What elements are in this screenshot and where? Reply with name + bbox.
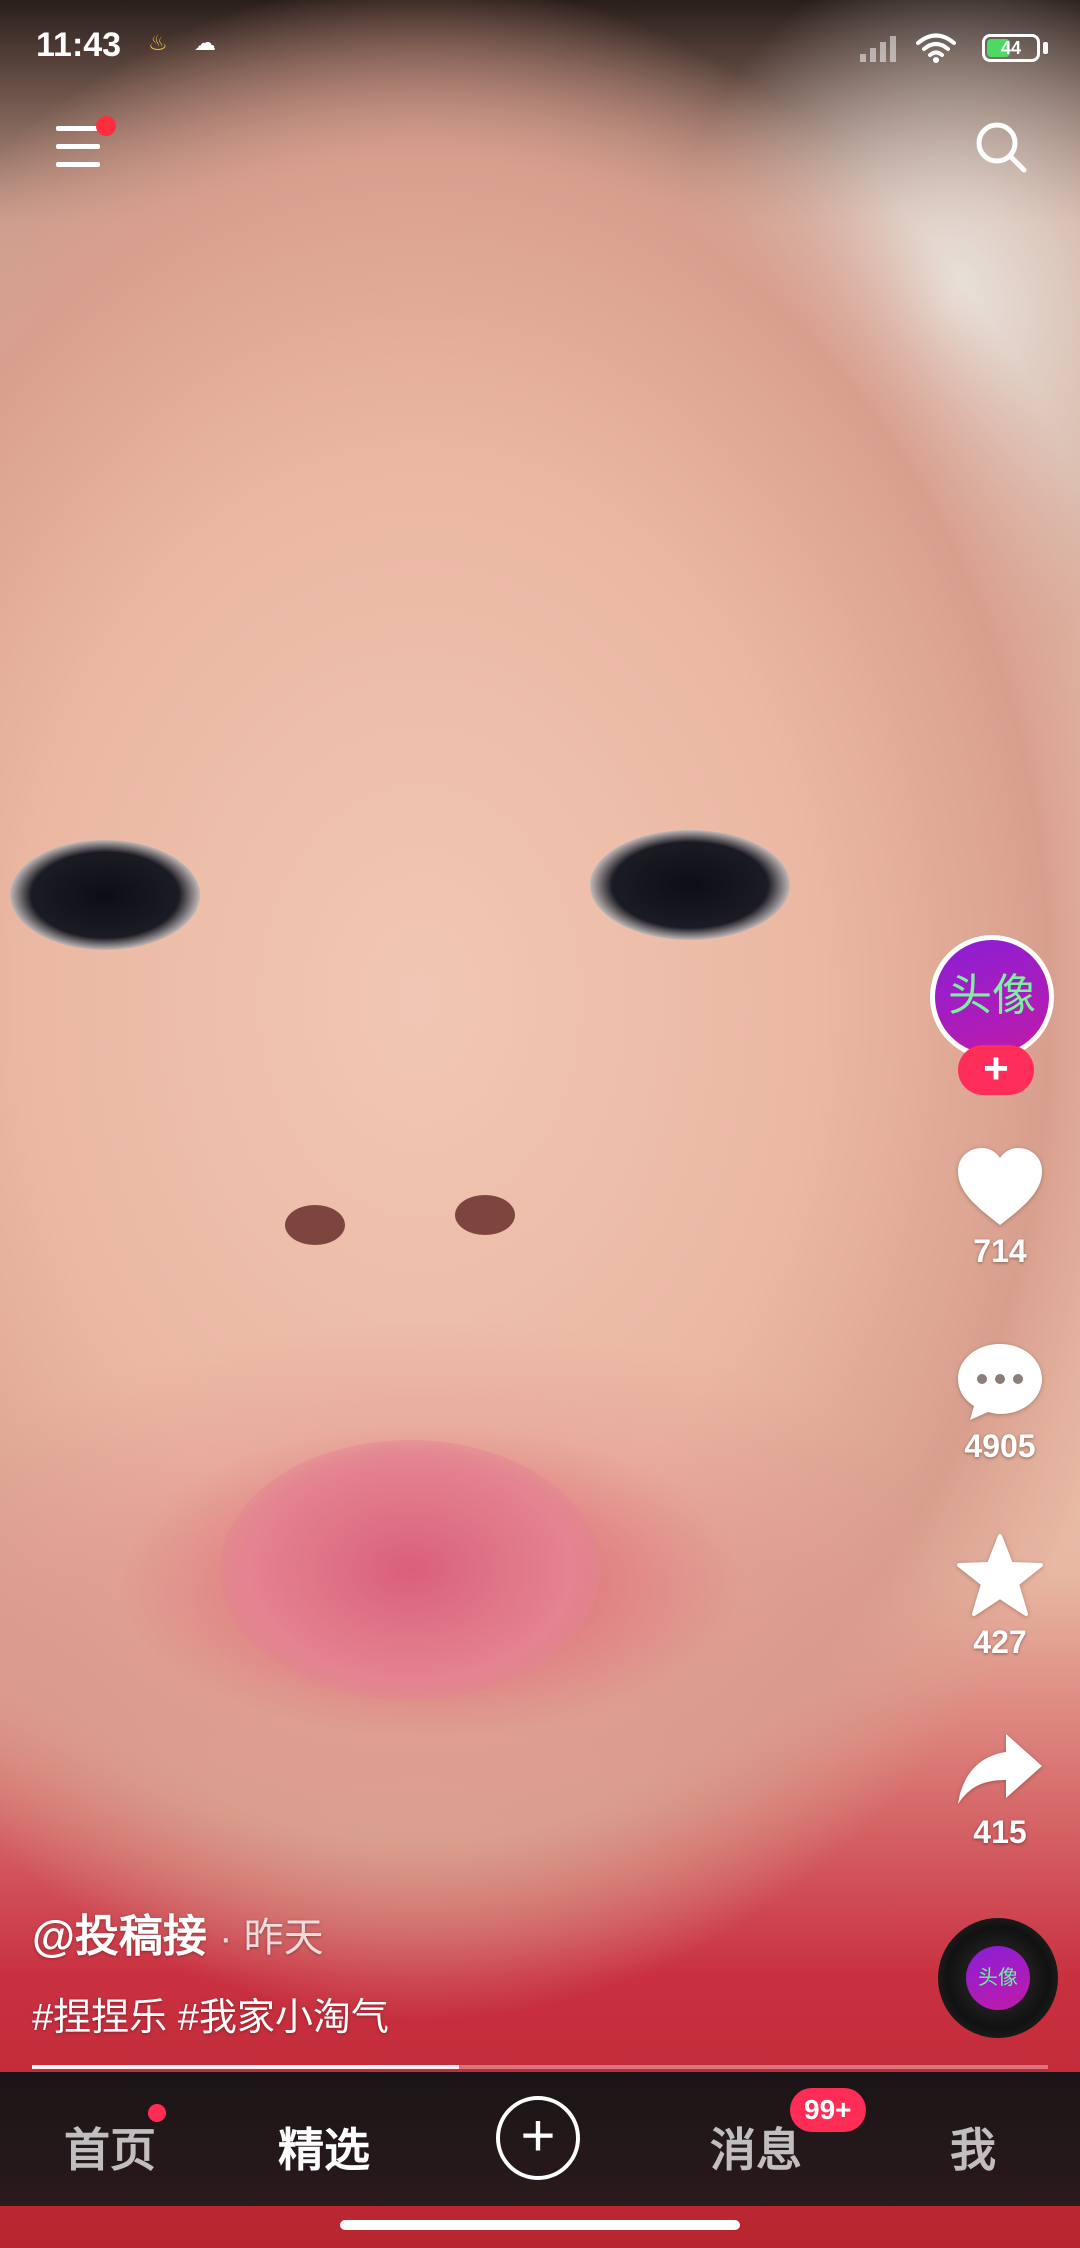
star-icon	[957, 1534, 1043, 1616]
signal-icon	[860, 36, 896, 62]
video-detail-eye-right	[590, 830, 790, 940]
tab-messages[interactable]: 消息	[710, 2114, 802, 2180]
author-avatar[interactable]: 头像	[930, 935, 1054, 1059]
video-detail-nostril-left	[285, 1205, 345, 1245]
wifi-icon	[916, 33, 956, 63]
app-notification-icon: ☁	[194, 30, 216, 55]
menu-icon-line	[56, 126, 100, 131]
comment-count: 4905	[964, 1428, 1036, 1464]
battery-icon: 44	[982, 34, 1040, 62]
tab-home[interactable]: 首页	[64, 2114, 156, 2180]
favorite-button[interactable]: 427	[930, 1532, 1070, 1661]
create-button[interactable]: +	[496, 2096, 580, 2180]
share-arrow-icon	[958, 1734, 1042, 1804]
video-detail-lips	[220, 1440, 600, 1700]
tab-me[interactable]: 我	[950, 2114, 996, 2180]
home-notification-dot	[148, 2104, 166, 2122]
follow-button[interactable]: +	[958, 1045, 1034, 1095]
battery-percent: 44	[1000, 38, 1022, 58]
post-hashtags[interactable]: #捏捏乐 #我家小淘气	[32, 1986, 389, 2041]
comment-icon	[958, 1344, 1042, 1420]
video-detail-nostril-right	[455, 1195, 515, 1235]
author-line[interactable]: @投稿接 · 昨天	[32, 1900, 324, 1964]
bottom-tab-bar: 首页 精选 + 消息 99+ 我	[0, 2072, 1080, 2206]
comment-button[interactable]: 4905	[930, 1340, 1070, 1465]
menu-icon-line	[56, 144, 100, 149]
author-name[interactable]: @投稿接	[32, 1912, 207, 1961]
tab-featured[interactable]: 精选	[278, 2114, 370, 2180]
video-screen[interactable]: 11:43 ♨ ☁ 44 头像 + 714 4905 427 415 头像 @投…	[0, 0, 1080, 2248]
share-button[interactable]: 415	[930, 1730, 1070, 1851]
heart-icon	[958, 1148, 1042, 1225]
music-disc-avatar: 头像	[966, 1946, 1030, 2010]
music-disc[interactable]: 头像	[938, 1918, 1058, 2038]
menu-notification-dot	[96, 116, 116, 136]
search-icon[interactable]	[974, 120, 1028, 174]
menu-icon-line	[56, 162, 100, 167]
notification-icon: ♨	[148, 30, 168, 55]
video-progress-fill	[32, 2065, 459, 2069]
video-progress-bar[interactable]	[32, 2065, 1048, 2069]
status-bar: 11:43 ♨ ☁ 44	[0, 0, 1080, 96]
post-time: · 昨天	[219, 1916, 324, 1960]
home-indicator	[340, 2220, 740, 2230]
like-count: 714	[973, 1233, 1027, 1269]
status-time: 11:43	[36, 26, 122, 64]
favorite-count: 427	[973, 1624, 1027, 1660]
messages-badge: 99+	[790, 2088, 866, 2132]
like-button[interactable]: 714	[930, 1145, 1070, 1270]
battery-tip	[1043, 42, 1048, 54]
video-detail-eye-left	[10, 840, 200, 950]
share-count: 415	[973, 1814, 1027, 1850]
menu-button[interactable]	[56, 116, 116, 168]
